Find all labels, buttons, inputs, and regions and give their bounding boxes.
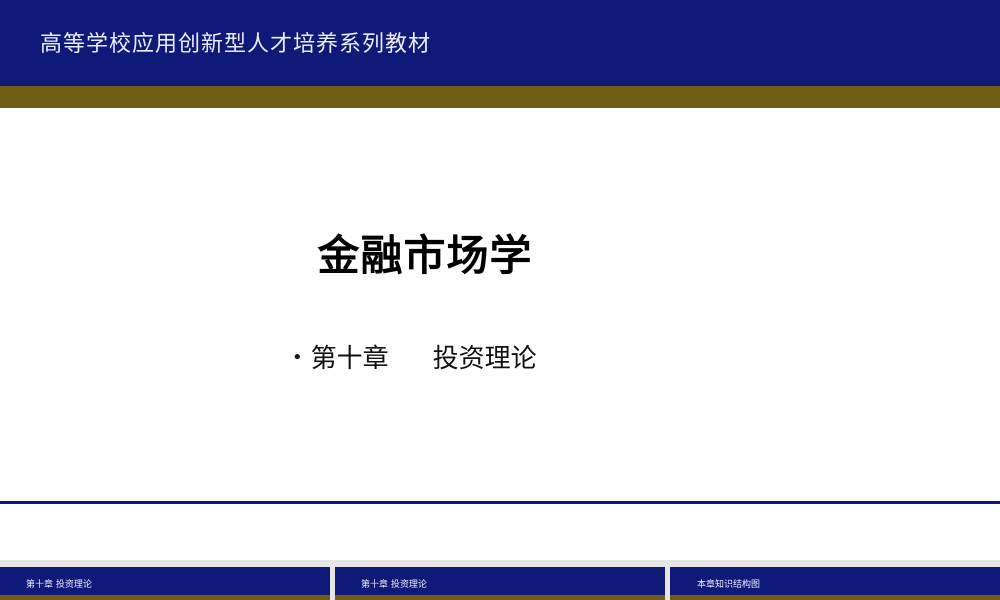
nav-button-label: 第十章 投资理论 [26, 580, 92, 590]
nav-button-label: 第十章 投资理论 [361, 580, 427, 590]
nav-button-chapter-1[interactable]: 第十章 投资理论 [0, 567, 330, 600]
nav-button-knowledge-map[interactable]: 本章知识结构图 [670, 567, 1000, 600]
series-title: 高等学校应用创新型人才培养系列教材 [40, 32, 432, 57]
bullet-chapter: 第十章 [310, 344, 389, 374]
bullet-topic: 投资理论 [432, 344, 537, 374]
nav-button-accent [335, 595, 665, 600]
nav-button-label: 本章知识结构图 [697, 580, 761, 590]
bullet-dot-icon: • [292, 347, 303, 368]
bullet-item: • 第十章 投资理论 [292, 338, 537, 375]
slide-canvas: 高等学校应用创新型人才培养系列教材 金融市场学 • 第十章 投资理论 第十章 投资理… [0, 0, 1000, 600]
nav-button-accent [0, 595, 330, 600]
nav-button-accent [670, 595, 1000, 600]
bottom-divider [0, 501, 1000, 504]
header-accent-stripe [0, 86, 1000, 108]
nav-button-chapter-2[interactable]: 第十章 投资理论 [335, 567, 665, 600]
header-bar: 高等学校应用创新型人才培养系列教材 [0, 0, 1000, 87]
slide-title: 金融市场学 [317, 231, 533, 280]
